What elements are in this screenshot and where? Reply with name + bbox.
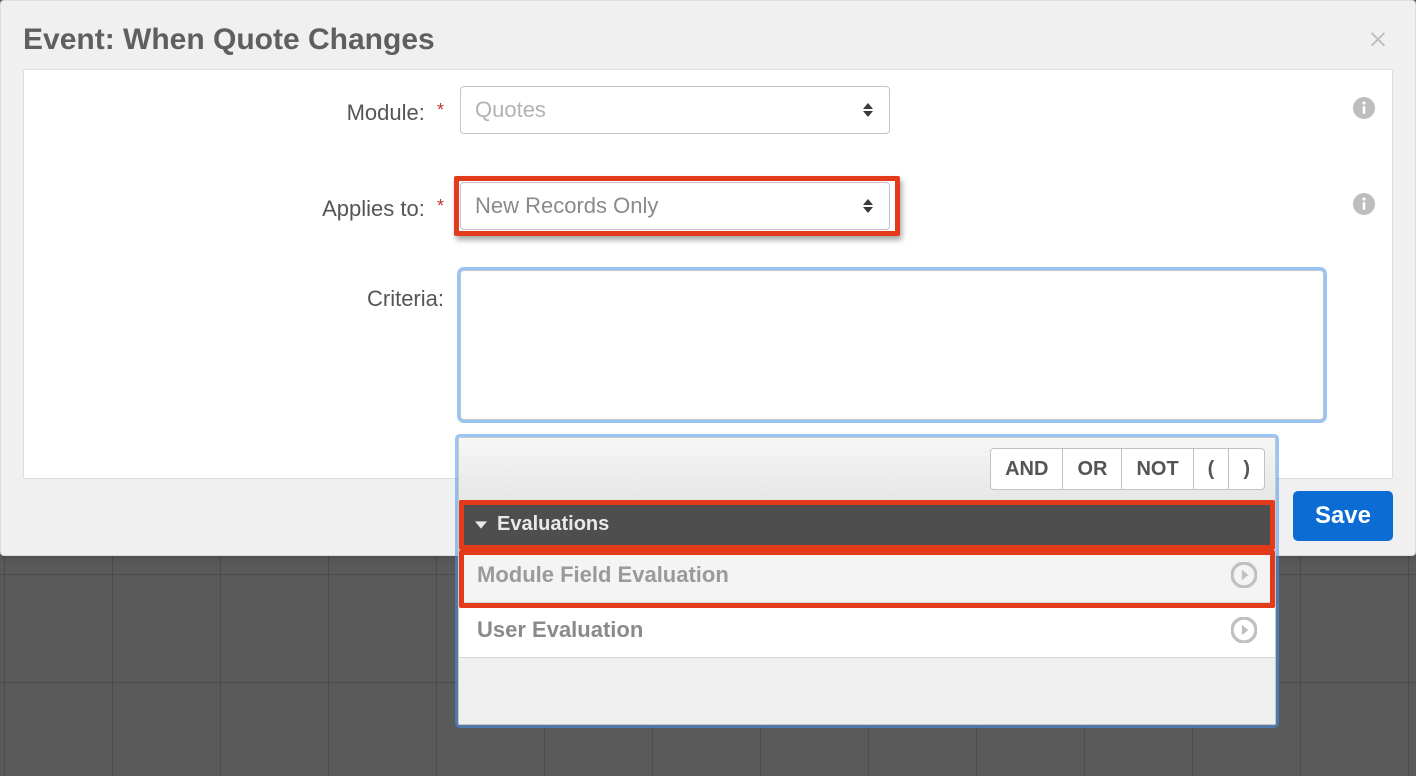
module-select[interactable]: Quotes [460,86,890,134]
token-lparen-button[interactable]: ( [1194,448,1230,490]
module-label: Module: * [94,100,444,126]
module-select-value: Quotes [475,97,546,123]
applies-to-label: Applies to: * [94,196,444,222]
applies-to-label-text: Applies to: [322,196,425,221]
arrow-right-icon [1231,562,1257,588]
token-toolbar: AND OR NOT ( ) [459,438,1275,501]
token-not-button[interactable]: NOT [1122,448,1193,490]
caret-down-icon [475,519,487,531]
info-icon[interactable] [1352,192,1376,216]
select-spinner-icon [861,99,875,121]
user-evaluation-row[interactable]: User Evaluation [459,603,1275,658]
module-field-evaluation-row[interactable]: Module Field Evaluation [459,548,1275,603]
criteria-dropdown: AND OR NOT ( ) Evaluations Module Field … [458,437,1276,725]
form-panel: Module: * Quotes Applies to: * New Recor… [23,69,1393,479]
dropdown-footer [459,658,1275,724]
close-icon[interactable] [1363,23,1393,53]
module-field-evaluation-label: Module Field Evaluation [477,562,729,588]
applies-to-select-value: New Records Only [475,193,658,219]
user-evaluation-label: User Evaluation [477,617,643,643]
applies-to-select[interactable]: New Records Only [460,182,890,230]
criteria-label-text: Criteria: [367,286,444,311]
select-spinner-icon [861,195,875,217]
token-and-button[interactable]: AND [990,448,1063,490]
criteria-input[interactable] [460,270,1324,420]
criteria-label: Criteria: [94,286,444,312]
module-label-text: Module: [347,100,425,125]
evaluations-header-label: Evaluations [497,513,609,536]
token-or-button[interactable]: OR [1063,448,1122,490]
required-asterisk: * [431,100,444,120]
required-asterisk: * [431,196,444,216]
info-icon[interactable] [1352,96,1376,120]
save-button[interactable]: Save [1293,491,1393,541]
evaluations-header[interactable]: Evaluations [459,501,1275,548]
modal-title: Event: When Quote Changes [23,23,435,57]
token-rparen-button[interactable]: ) [1229,448,1265,490]
arrow-right-icon [1231,617,1257,643]
